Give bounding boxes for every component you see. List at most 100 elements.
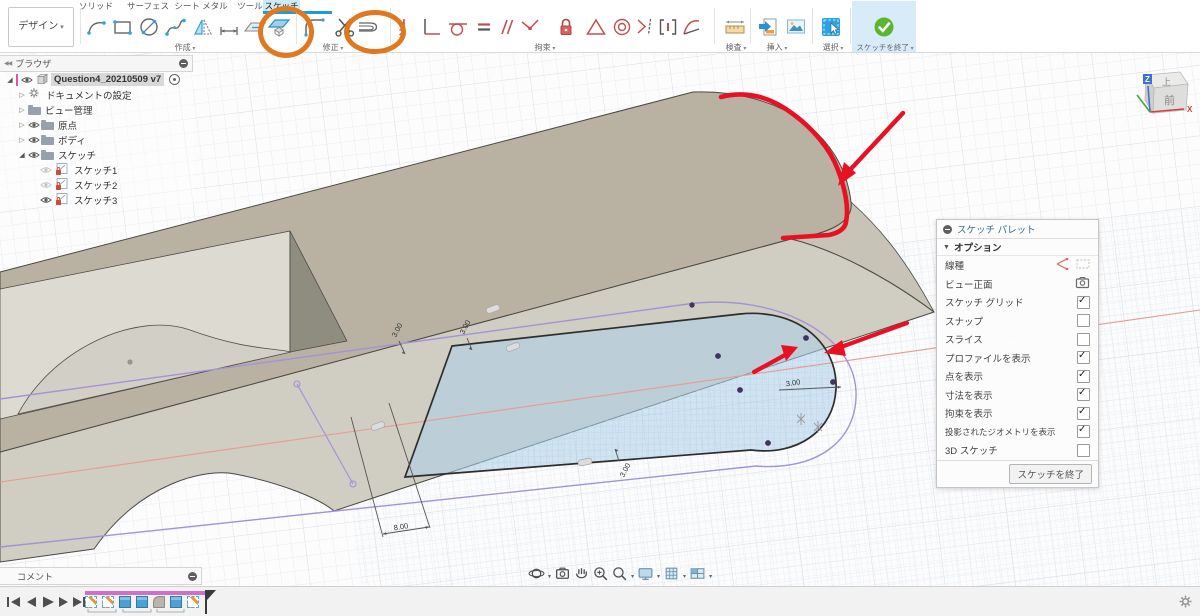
checkbox[interactable]: [1077, 314, 1090, 328]
panel-minus-icon[interactable]: [179, 59, 188, 68]
tree-row-view-management[interactable]: ▷ ビュー管理: [0, 102, 193, 117]
concentric-constraint-icon[interactable]: [609, 14, 635, 40]
fillet-icon[interactable]: [302, 14, 328, 40]
expander-icon[interactable]: ▷: [16, 136, 28, 144]
eye-icon[interactable]: [21, 76, 34, 84]
coincident-constraint-icon[interactable]: [517, 14, 543, 40]
chevron-down-icon[interactable]: ▾: [709, 573, 712, 580]
tree-row-origin[interactable]: ▷ 原点: [0, 117, 193, 132]
pan-icon[interactable]: [573, 565, 590, 587]
checkbox[interactable]: [1077, 387, 1090, 402]
eye-icon[interactable]: [40, 196, 53, 204]
tangent-constraint-icon[interactable]: [445, 14, 471, 40]
orbit-icon[interactable]: [528, 565, 545, 587]
tab-sheetmetal[interactable]: シート メタル: [170, 0, 232, 13]
timeline-feature-sketch[interactable]: [102, 596, 114, 608]
offset-icon[interactable]: [355, 14, 381, 40]
construction-line-icon[interactable]: [1076, 258, 1090, 273]
chevron-down-icon[interactable]: ▾: [683, 573, 686, 580]
finish-sketch-icon[interactable]: [871, 14, 897, 40]
checkbox[interactable]: [1077, 332, 1090, 346]
group-label-modify[interactable]: 修正: [300, 43, 366, 52]
tree-row-sketch3[interactable]: スケッチ3: [0, 192, 193, 207]
activate-radio[interactable]: [169, 74, 181, 85]
tree-row-sketch1[interactable]: スケッチ1: [0, 162, 193, 177]
perpendicular-constraint-icon[interactable]: [419, 14, 445, 40]
viewports-icon[interactable]: [689, 565, 706, 587]
tab-solid[interactable]: ソリッド: [76, 0, 116, 13]
two-point-arc-icon[interactable]: [84, 14, 110, 40]
comment-panel[interactable]: コメント: [0, 567, 202, 585]
rectangle-icon[interactable]: [110, 14, 136, 40]
tab-surface[interactable]: サーフェス: [122, 0, 174, 13]
centerline-icon[interactable]: [1055, 257, 1070, 273]
display-settings-icon[interactable]: [637, 565, 654, 587]
circle-diameter-icon[interactable]: [136, 14, 162, 40]
checkbox[interactable]: [1077, 350, 1090, 365]
tree-row-sketch2[interactable]: スケッチ2: [0, 177, 193, 192]
spline-icon[interactable]: [163, 14, 189, 40]
insert-image-icon[interactable]: [783, 14, 809, 40]
chevron-down-icon[interactable]: ▾: [548, 573, 551, 580]
group-label-insert[interactable]: 挿入: [748, 43, 806, 52]
triangle-constraint-icon[interactable]: [583, 14, 609, 40]
expander-icon[interactable]: ▷: [16, 121, 28, 129]
eye-icon[interactable]: [28, 121, 41, 129]
group-label-create[interactable]: 作成: [150, 43, 220, 52]
project-icon[interactable]: [266, 14, 292, 40]
checkbox[interactable]: [1077, 424, 1090, 439]
curvature-constraint-icon[interactable]: [679, 14, 705, 40]
fit-icon[interactable]: [611, 565, 628, 587]
eye-off-icon[interactable]: [40, 166, 53, 174]
checkbox[interactable]: [1077, 369, 1090, 383]
midpoint-constraint-icon[interactable]: [655, 14, 681, 40]
fix-constraint-icon[interactable]: [394, 14, 420, 40]
tree-row-sketches[interactable]: ◢ スケッチ: [0, 147, 193, 162]
measure-icon[interactable]: [722, 14, 748, 40]
expander-icon[interactable]: ◢: [4, 76, 16, 84]
browser-header[interactable]: ◀◀ ブラウザ: [0, 55, 193, 72]
tree-row-document-settings[interactable]: ▷ ドキュメントの設定: [0, 87, 193, 102]
timeline-feature-extrude[interactable]: [136, 596, 148, 608]
timeline-feature-fillet[interactable]: [153, 596, 165, 608]
timeline-feature-extrude[interactable]: [170, 596, 182, 608]
mirror-icon[interactable]: [190, 14, 216, 40]
palette-header[interactable]: スケッチ パレット: [937, 220, 1098, 239]
insert-svg-icon[interactable]: [756, 14, 782, 40]
tree-row-bodies[interactable]: ▷ ボディ: [0, 132, 193, 147]
expander-icon[interactable]: ▷: [16, 91, 28, 99]
chevron-down-icon[interactable]: ▾: [657, 573, 660, 580]
timeline-playback-controls[interactable]: [6, 594, 86, 615]
tree-row-root[interactable]: ◢ Question4_20210509 v7: [0, 72, 193, 87]
look-at-icon[interactable]: [1075, 276, 1090, 292]
include-3d-geometry-icon[interactable]: [242, 14, 268, 40]
eye-off-icon[interactable]: [40, 181, 53, 189]
lock-icon[interactable]: [553, 14, 579, 40]
parallel-constraint-icon[interactable]: [493, 14, 519, 40]
dimension-icon[interactable]: [216, 14, 242, 40]
checkbox[interactable]: [1077, 406, 1090, 420]
root-document-label[interactable]: Question4_20210509 v7: [51, 73, 165, 86]
timeline-playhead[interactable]: [203, 589, 217, 615]
group-label-constraints[interactable]: 拘束: [510, 43, 580, 52]
collapse-icon[interactable]: ◀◀: [4, 60, 12, 67]
zoom-icon[interactable]: [592, 565, 609, 587]
look-at-icon[interactable]: [554, 565, 571, 587]
design-menu-button[interactable]: デザイン: [8, 7, 74, 47]
timeline-feature-extrude[interactable]: [119, 596, 131, 608]
checkbox[interactable]: [1077, 295, 1090, 309]
eye-icon[interactable]: [28, 136, 41, 144]
gear-icon[interactable]: [1178, 594, 1193, 614]
timeline-feature-sketch[interactable]: [187, 596, 199, 608]
chevron-down-icon[interactable]: ▾: [631, 573, 634, 580]
panel-minus-icon[interactable]: [188, 571, 197, 581]
checkbox[interactable]: [1077, 443, 1090, 457]
expander-icon[interactable]: ▷: [16, 106, 28, 114]
finish-sketch-palette-button[interactable]: スケッチを終了: [1009, 463, 1092, 484]
palette-section-options[interactable]: ▼ オプション: [937, 239, 1098, 256]
panel-minus-icon[interactable]: [943, 224, 952, 234]
select-icon[interactable]: [818, 14, 844, 40]
finish-sketch-button[interactable]: スケッチを終了: [846, 43, 924, 52]
grid-display-icon[interactable]: [663, 565, 680, 587]
eye-icon[interactable]: [28, 151, 41, 159]
